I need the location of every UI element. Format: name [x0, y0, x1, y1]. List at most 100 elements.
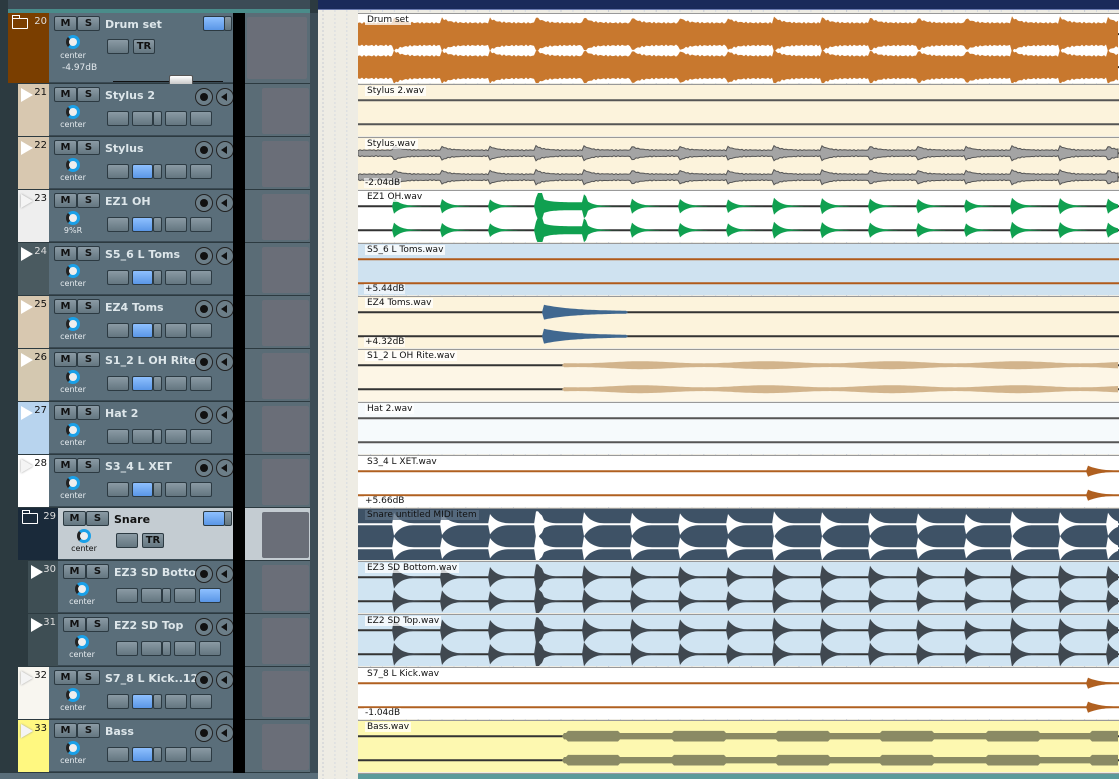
record-arm-button[interactable]: [195, 353, 213, 371]
mute-button[interactable]: M: [54, 670, 77, 685]
solo-button[interactable]: S: [77, 87, 100, 102]
io-button[interactable]: [107, 376, 129, 391]
envelope-button[interactable]: [165, 376, 187, 391]
media-item[interactable]: S3_4 L XET.wav +5.66dB: [358, 455, 1119, 507]
solo-button[interactable]: S: [77, 670, 100, 685]
track-icon-column[interactable]: [245, 349, 310, 401]
phase-button[interactable]: [190, 694, 212, 709]
io-button[interactable]: [107, 164, 129, 179]
mute-button[interactable]: M: [54, 16, 77, 31]
track-arrow-icon[interactable]: [21, 141, 33, 155]
kick-drum-icon[interactable]: [262, 671, 309, 717]
io-button[interactable]: [107, 482, 129, 497]
pan-knob[interactable]: [66, 476, 80, 490]
record-arm-button[interactable]: [195, 194, 213, 212]
monitor-button[interactable]: [216, 406, 234, 424]
trim-button[interactable]: TR: [133, 39, 155, 54]
track-color-strip[interactable]: 21: [18, 84, 49, 136]
pan-knob[interactable]: [75, 582, 89, 596]
track-name[interactable]: Stylus: [105, 142, 197, 155]
mute-button[interactable]: M: [54, 299, 77, 314]
mute-button[interactable]: M: [63, 511, 86, 526]
fx-bypass-button[interactable]: [153, 747, 162, 762]
track-name[interactable]: EZ3 SD Botton: [114, 566, 206, 579]
record-arm-button[interactable]: [195, 247, 213, 265]
tcp-divider[interactable]: [310, 561, 318, 614]
monitor-button[interactable]: [216, 194, 234, 212]
track-arrow-icon[interactable]: [21, 406, 33, 420]
monitor-button[interactable]: [216, 565, 234, 583]
snare-drum-icon[interactable]: [262, 618, 309, 664]
io-button[interactable]: [107, 111, 129, 126]
solo-button[interactable]: S: [77, 405, 100, 420]
media-item[interactable]: Stylus.wav -2.04dB: [358, 137, 1119, 189]
track-name[interactable]: Stylus 2: [105, 89, 197, 102]
hi-hat-icon[interactable]: [262, 406, 309, 452]
mute-button[interactable]: M: [63, 617, 86, 632]
io-button[interactable]: [107, 429, 129, 444]
track-color-strip[interactable]: 23: [18, 190, 49, 242]
monitor-button[interactable]: [216, 724, 234, 742]
monitor-button[interactable]: [216, 353, 234, 371]
track-panel[interactable]: M S Drum set center TR -4.97dB: [49, 13, 233, 87]
track-color-strip[interactable]: 29: [18, 508, 58, 560]
io-button[interactable]: [116, 641, 138, 656]
media-item[interactable]: EZ4 Toms.wav +4.32dB: [358, 296, 1119, 348]
record-arm-button[interactable]: [195, 459, 213, 477]
solo-button[interactable]: S: [86, 617, 109, 632]
solo-button[interactable]: S: [77, 246, 100, 261]
track-icon-column[interactable]: [245, 720, 310, 772]
track-row[interactable]: 20 M S Drum set center TR -4.97dB: [0, 13, 318, 87]
phase-button[interactable]: [190, 164, 212, 179]
media-item-partial[interactable]: [358, 773, 1119, 779]
phase-button[interactable]: [190, 429, 212, 444]
fx-chain-button[interactable]: [132, 323, 153, 338]
track-name[interactable]: S1_2 L OH Rite: [105, 354, 197, 367]
track-row[interactable]: 27 M S Hat 2 center: [0, 402, 318, 455]
envelope-button[interactable]: [165, 694, 187, 709]
track-row[interactable]: 28 M S S3_4 L XET center: [0, 455, 318, 508]
bass-guitar-icon[interactable]: [262, 724, 309, 770]
envelope-button[interactable]: [165, 482, 187, 497]
fx-bypass-button[interactable]: [153, 217, 162, 232]
mute-button[interactable]: M: [54, 87, 77, 102]
track-icon-column[interactable]: [245, 402, 310, 454]
io-button[interactable]: [107, 217, 129, 232]
track-color-strip[interactable]: 22: [18, 137, 49, 189]
track-name[interactable]: Drum set: [105, 18, 197, 31]
track-row[interactable]: 30 M S EZ3 SD Botton center: [0, 561, 318, 614]
phase-button[interactable]: [116, 533, 138, 548]
track-icon-column[interactable]: [245, 13, 310, 83]
track-row[interactable]: 33 M S Bass center: [0, 720, 318, 773]
track-arrow-icon[interactable]: [21, 353, 33, 367]
tcp-divider[interactable]: [310, 296, 318, 349]
track-name[interactable]: EZ2 SD Top: [114, 619, 206, 632]
snare-drum-icon[interactable]: [262, 565, 309, 611]
mute-button[interactable]: M: [54, 723, 77, 738]
track-icon-column[interactable]: [245, 561, 310, 613]
solo-button[interactable]: S: [77, 16, 100, 31]
media-item[interactable]: Bass.wav: [358, 720, 1119, 772]
tcp-divider[interactable]: [310, 190, 318, 243]
track-icon-column[interactable]: [245, 190, 310, 242]
snare-drum-icon[interactable]: [262, 512, 309, 558]
track-icon-column[interactable]: [245, 667, 310, 719]
tcp-divider[interactable]: [310, 614, 318, 667]
envelope-button[interactable]: [165, 270, 187, 285]
phase-button[interactable]: [190, 747, 212, 762]
envelope-button[interactable]: [165, 111, 187, 126]
mute-button[interactable]: M: [54, 193, 77, 208]
tcp-divider[interactable]: [310, 349, 318, 402]
fx-bypass-button[interactable]: [153, 270, 162, 285]
pan-knob[interactable]: [77, 529, 91, 543]
media-item[interactable]: S7_8 L Kick.wav -1.04dB: [358, 667, 1119, 719]
track-panel[interactable]: M S S7_8 L Kick..128 center: [49, 667, 234, 719]
hi-hat-icon[interactable]: [262, 459, 309, 505]
media-item[interactable]: Stylus 2.wav: [358, 84, 1119, 136]
phase-button[interactable]: [199, 641, 221, 656]
record-arm-button[interactable]: [195, 88, 213, 106]
track-panel[interactable]: M S EZ4 Toms center: [49, 296, 234, 348]
track-icon-column[interactable]: [245, 84, 310, 136]
track-row[interactable]: 31 M S EZ2 SD Top center: [0, 614, 318, 667]
solo-button[interactable]: S: [86, 511, 109, 526]
